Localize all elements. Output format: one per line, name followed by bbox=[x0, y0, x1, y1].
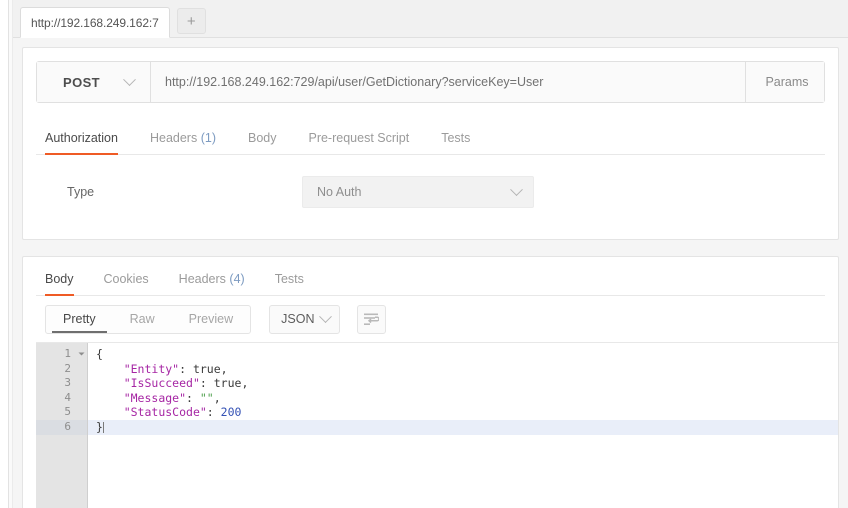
code-token: } bbox=[96, 419, 103, 434]
code-line: "StatusCode": 200 bbox=[88, 405, 838, 420]
word-wrap-icon[interactable] bbox=[357, 304, 387, 334]
code-token: true bbox=[192, 361, 221, 376]
code-line: } bbox=[88, 419, 838, 435]
response-tab-cookies-label: Cookies bbox=[103, 272, 149, 286]
line-number: 6 bbox=[36, 419, 87, 435]
auth-type-value: No Auth bbox=[317, 185, 362, 199]
response-tab-body[interactable]: Body bbox=[45, 272, 74, 296]
workspace: http://192.168.249.162:7 + POST http://1… bbox=[13, 0, 848, 508]
code-token: : bbox=[186, 390, 200, 405]
fold-arrow-icon[interactable] bbox=[78, 352, 85, 356]
view-mode-raw[interactable]: Raw bbox=[113, 306, 172, 333]
response-tab-headers-label: Headers bbox=[178, 272, 226, 286]
params-label: Params bbox=[765, 75, 809, 89]
request-tab-label: http://192.168.249.162:7 bbox=[31, 15, 159, 30]
line-number: 3 bbox=[64, 376, 71, 390]
chevron-down-icon bbox=[319, 309, 333, 323]
editor-code-area[interactable]: { "Entity": true, "IsSucceed": true, "Me… bbox=[88, 343, 838, 508]
response-panel: Body Cookies Headers (4) Tests Pretty Ra… bbox=[22, 256, 839, 508]
response-tab-headers[interactable]: Headers (4) bbox=[179, 272, 245, 295]
code-token: "IsSucceed" bbox=[123, 376, 200, 391]
response-tab-headers-count: (4) bbox=[229, 272, 245, 286]
response-tab-tests-label: Tests bbox=[274, 272, 304, 286]
response-tabs: Body Cookies Headers (4) Tests bbox=[36, 257, 825, 296]
tab-authorization[interactable]: Authorization bbox=[45, 131, 118, 155]
tab-body-label: Body bbox=[247, 131, 277, 145]
request-url-input[interactable]: http://192.168.249.162:729/api/user/GetD… bbox=[151, 62, 746, 102]
code-token: "StatusCode" bbox=[123, 405, 207, 420]
tab-headers-label: Headers bbox=[149, 131, 198, 145]
line-number: 2 bbox=[64, 361, 71, 375]
view-mode-pretty[interactable]: Pretty bbox=[46, 306, 113, 333]
tab-headers[interactable]: Headers (1) bbox=[150, 131, 216, 154]
line-number: 1 bbox=[36, 347, 87, 362]
response-tab-cookies[interactable]: Cookies bbox=[104, 272, 149, 295]
tab-headers-count: (1) bbox=[200, 131, 216, 145]
response-tab-tests[interactable]: Tests bbox=[275, 272, 304, 295]
tab-body[interactable]: Body bbox=[248, 131, 277, 154]
response-view-mode-group: Pretty Raw Preview bbox=[45, 304, 252, 334]
code-token: : bbox=[179, 361, 193, 376]
text-caret bbox=[102, 421, 104, 433]
response-format-toolbar: Pretty Raw Preview JSON bbox=[23, 296, 838, 342]
chevron-down-icon bbox=[510, 182, 523, 196]
auth-type-select[interactable]: No Auth bbox=[302, 176, 534, 208]
code-token: , bbox=[213, 390, 221, 405]
code-token: "" bbox=[199, 390, 214, 405]
code-line: "Entity": true, bbox=[88, 362, 838, 377]
response-code-editor[interactable]: 123456 { "Entity": true, "IsSucceed": tr… bbox=[36, 342, 838, 508]
tab-tests-label: Tests bbox=[441, 131, 471, 145]
response-language-select[interactable]: JSON bbox=[269, 304, 341, 334]
view-mode-preview-label: Preview bbox=[188, 312, 234, 326]
plus-icon[interactable]: + bbox=[176, 8, 206, 34]
line-number: 5 bbox=[64, 405, 71, 419]
auth-type-label: Type bbox=[67, 185, 95, 199]
http-method-select[interactable]: POST bbox=[37, 62, 151, 102]
code-line: "Message": "", bbox=[88, 391, 838, 406]
code-token: : bbox=[206, 405, 221, 420]
request-url-text: http://192.168.249.162:729/api/user/GetD… bbox=[165, 75, 544, 89]
code-token: { bbox=[96, 347, 103, 361]
code-token: "Entity" bbox=[123, 361, 180, 376]
tab-pre-request-script-label: Pre-request Script bbox=[308, 131, 410, 145]
params-button[interactable]: Params bbox=[746, 62, 824, 102]
code-token: 200 bbox=[220, 405, 242, 420]
request-url-bar: POST http://192.168.249.162:729/api/user… bbox=[36, 61, 825, 103]
code-token: true bbox=[213, 376, 242, 391]
code-line: { bbox=[88, 347, 838, 362]
editor-line-number-gutter: 123456 bbox=[36, 343, 88, 508]
code-token: "Message" bbox=[123, 390, 187, 405]
code-token: , bbox=[241, 376, 249, 391]
auth-type-row: Type No Auth bbox=[36, 155, 825, 229]
request-tab-strip: http://192.168.249.162:7 + bbox=[13, 0, 848, 38]
code-token: , bbox=[220, 361, 228, 376]
response-tab-body-label: Body bbox=[45, 272, 74, 286]
code-token: : bbox=[199, 376, 214, 391]
postman-window: http://192.168.249.162:7 + POST http://1… bbox=[0, 0, 848, 508]
left-rail bbox=[0, 0, 9, 508]
view-mode-pretty-label: Pretty bbox=[63, 312, 96, 326]
chevron-down-icon bbox=[123, 72, 136, 86]
response-language-label: JSON bbox=[281, 312, 315, 326]
tab-tests[interactable]: Tests bbox=[441, 131, 470, 154]
http-method-label: POST bbox=[63, 74, 100, 90]
gutter-filler bbox=[36, 435, 87, 508]
code-line: "IsSucceed": true, bbox=[88, 376, 838, 391]
view-mode-preview[interactable]: Preview bbox=[172, 306, 250, 333]
request-tab-active[interactable]: http://192.168.249.162:7 bbox=[20, 7, 170, 38]
request-panel: POST http://192.168.249.162:729/api/user… bbox=[22, 47, 839, 240]
line-number: 4 bbox=[64, 390, 71, 404]
view-mode-raw-label: Raw bbox=[129, 312, 155, 326]
request-tabs: Authorization Headers (1) Body Pre-reque… bbox=[36, 118, 825, 155]
tab-authorization-label: Authorization bbox=[45, 131, 118, 145]
tab-pre-request-script[interactable]: Pre-request Script bbox=[308, 131, 409, 154]
